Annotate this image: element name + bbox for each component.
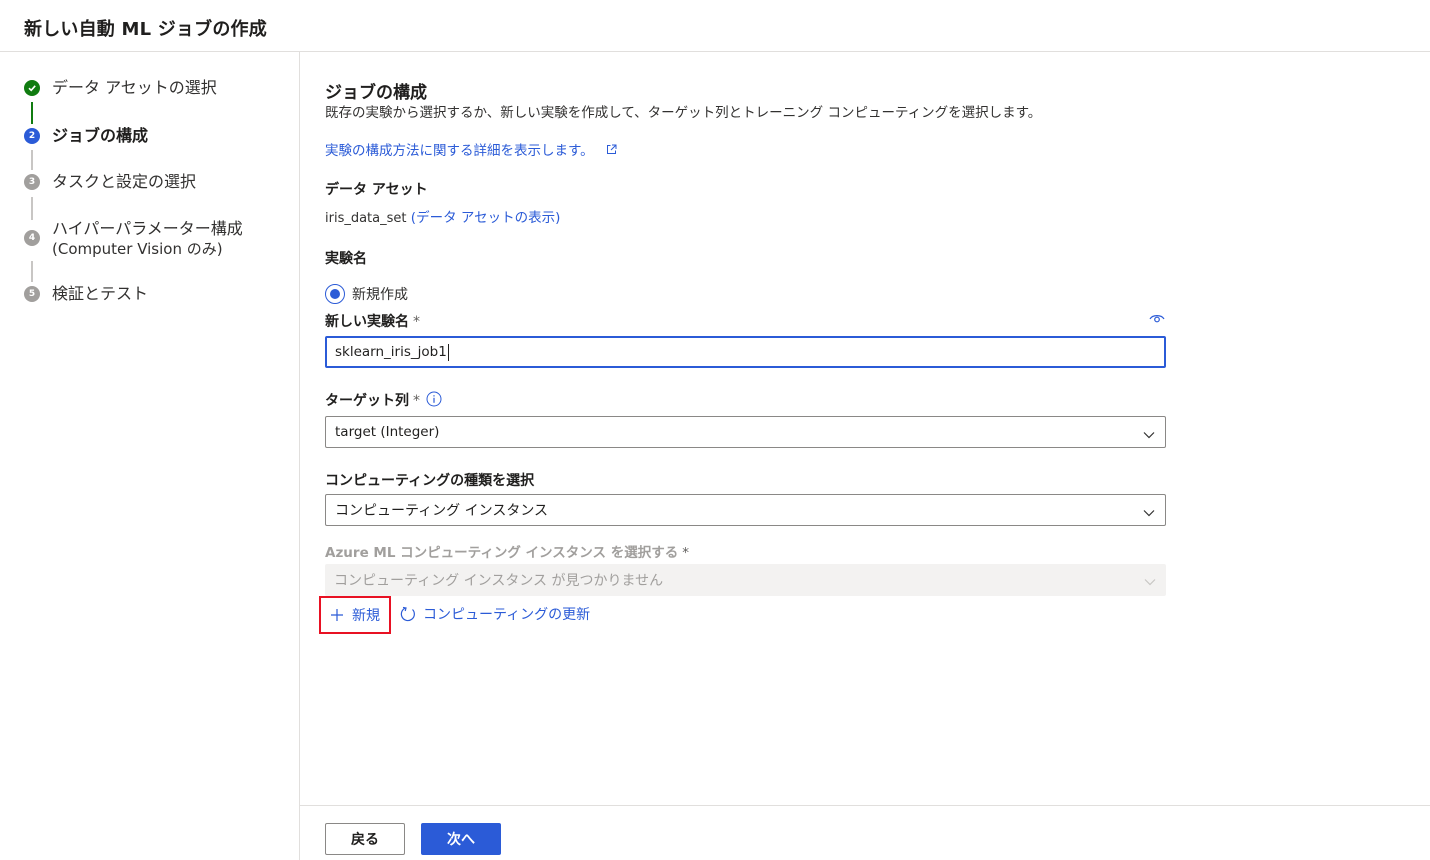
- section-title: ジョブの構成: [325, 83, 427, 103]
- data-asset-value-row: iris_data_set (データ アセットの表示): [325, 206, 560, 226]
- data-asset-label: データ アセット: [325, 182, 428, 198]
- step-connector: [31, 261, 33, 282]
- step-connector: [31, 197, 33, 220]
- dropdown-placeholder: コンピューティング インスタンス が見つかりません: [334, 573, 664, 589]
- eye-icon[interactable]: [1149, 313, 1165, 329]
- compute-instance-dropdown: コンピューティング インスタンス が見つかりません: [325, 564, 1166, 596]
- compute-type-dropdown[interactable]: コンピューティング インスタンス: [325, 494, 1166, 526]
- required-marker: *: [413, 393, 420, 409]
- chevron-down-icon: [1143, 427, 1155, 443]
- configure-job-form: ジョブの構成 既存の実験から選択するか、新しい実験を作成して、ターゲット列とトレ…: [319, 52, 1405, 804]
- create-new-radio[interactable]: 新規作成: [325, 284, 408, 304]
- next-button[interactable]: 次へ: [421, 823, 501, 855]
- step-number: 2: [24, 128, 40, 144]
- back-button[interactable]: 戻る: [325, 823, 405, 855]
- label-text: 新しい実験名: [325, 314, 409, 330]
- page-header: 新しい自動 ML ジョブの作成: [0, 0, 1430, 52]
- dropdown-value: target (Integer): [335, 424, 440, 440]
- radio-button[interactable]: [325, 284, 345, 304]
- plus-icon: [331, 608, 343, 621]
- step-label-line1: ハイパーパラメーター構成: [52, 219, 243, 238]
- step-connector: [31, 150, 33, 170]
- chevron-down-icon: [1143, 505, 1155, 521]
- step-number: 4: [24, 230, 40, 246]
- step-label: ジョブの構成: [52, 126, 149, 145]
- wizard-steps: データ アセットの選択 2 ジョブの構成 3 タスクと設定の選択 4 ハイパーパ…: [0, 52, 300, 860]
- label-text: Azure ML コンピューティング インスタンス を選択する: [325, 545, 679, 561]
- target-column-dropdown[interactable]: target (Integer): [325, 416, 1166, 448]
- label-text: ターゲット列: [325, 393, 409, 409]
- step-label: タスクと設定の選択: [52, 172, 197, 191]
- step-label-line2: (Computer Vision のみ): [52, 240, 223, 258]
- step-label: データ アセットの選択: [52, 78, 217, 97]
- section-description: 既存の実験から選択するか、新しい実験を作成して、ターゲット列とトレーニング コン…: [325, 105, 1042, 121]
- refresh-icon: [400, 606, 415, 622]
- text-caret: [447, 343, 449, 361]
- radio-label: 新規作成: [352, 287, 408, 303]
- input-value: sklearn_iris_job1: [335, 344, 447, 360]
- new-compute-button[interactable]: 新規: [319, 595, 391, 634]
- refresh-button-label: コンピューティングの更新: [423, 607, 591, 623]
- new-button-label: 新規: [352, 607, 380, 624]
- target-column-label: ターゲット列 *: [325, 390, 420, 410]
- dropdown-value: コンピューティング インスタンス: [335, 503, 549, 519]
- compute-type-label: コンピューティングの種類を選択: [325, 473, 535, 489]
- chevron-down-icon: [1144, 574, 1156, 590]
- experiment-label: 実験名: [325, 251, 367, 267]
- view-data-asset-link[interactable]: (データ アセットの表示): [411, 210, 561, 226]
- required-marker: *: [682, 545, 689, 561]
- page-title: 新しい自動 ML ジョブの作成: [24, 19, 267, 40]
- compute-instance-label: Azure ML コンピューティング インスタンス を選択する *: [325, 541, 689, 561]
- learn-more-text[interactable]: 実験の構成方法に関する詳細を表示します。: [325, 143, 594, 159]
- learn-more-link[interactable]: 実験の構成方法に関する詳細を表示します。: [325, 139, 617, 159]
- new-experiment-name-label: 新しい実験名 *: [325, 311, 420, 331]
- step-number: 5: [24, 286, 40, 302]
- required-marker: *: [413, 314, 420, 330]
- step-label: 検証とテスト: [52, 284, 149, 303]
- data-asset-value: iris_data_set: [325, 211, 407, 226]
- step-label: ハイパーパラメーター構成 (Computer Vision のみ): [52, 218, 292, 260]
- step-connector: [31, 102, 33, 124]
- external-link-icon: [606, 143, 617, 159]
- refresh-compute-button[interactable]: コンピューティングの更新: [399, 604, 590, 624]
- checkmark-icon: [24, 80, 40, 96]
- compute-actions: 新規 コンピューティングの更新: [319, 595, 590, 634]
- info-icon[interactable]: [426, 391, 442, 411]
- step-number: 3: [24, 174, 40, 190]
- experiment-name-input[interactable]: sklearn_iris_job1: [325, 336, 1166, 368]
- wizard-footer: 戻る 次へ: [300, 805, 1430, 860]
